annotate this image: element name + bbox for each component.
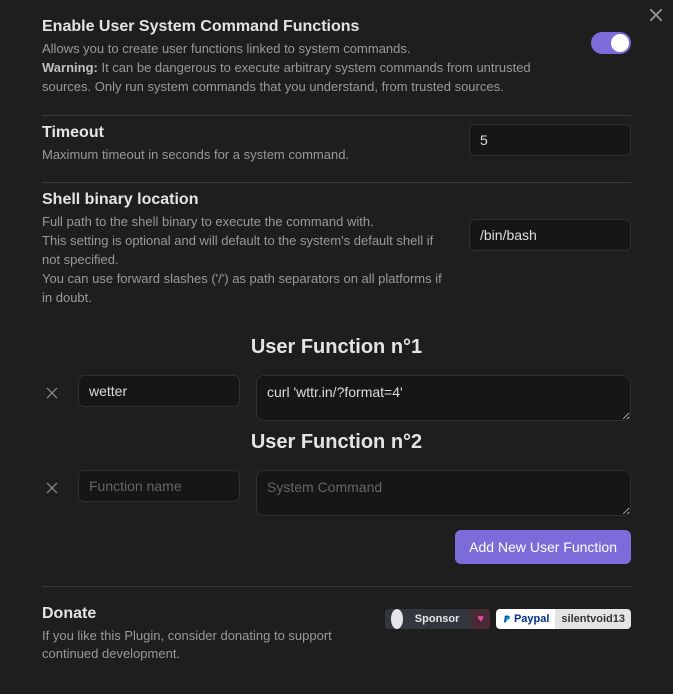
function-name-input[interactable] xyxy=(78,470,240,502)
paypal-badge[interactable]: Paypal silentvoid13 xyxy=(496,609,631,629)
function-command-input[interactable] xyxy=(256,470,631,516)
setting-description: Allows you to create user functions link… xyxy=(42,40,571,97)
user-function-row xyxy=(42,470,631,516)
donate-description: If you like this Plugin, consider donati… xyxy=(42,627,365,665)
setting-enable-user-system-cmd: Enable User System Command Functions All… xyxy=(42,18,631,115)
shell-binary-input[interactable] xyxy=(469,219,631,251)
paypal-icon xyxy=(502,613,512,625)
donate-title: Donate xyxy=(42,605,365,623)
close-icon[interactable] xyxy=(647,6,665,24)
setting-description: Maximum timeout in seconds for a system … xyxy=(42,146,449,165)
user-function-row xyxy=(42,375,631,421)
setting-title: Timeout xyxy=(42,124,449,142)
setting-description: Full path to the shell binary to execute… xyxy=(42,213,449,307)
timeout-input[interactable] xyxy=(469,124,631,156)
enable-toggle[interactable] xyxy=(591,32,631,54)
setting-shell-binary: Shell binary location Full path to the s… xyxy=(42,182,631,325)
heart-icon: ♥ xyxy=(471,609,490,629)
github-sponsor-badge[interactable]: Sponsor ♥ xyxy=(385,609,490,629)
function-command-input[interactable] xyxy=(256,375,631,421)
user-function-heading-2: User Function n°2 xyxy=(42,431,631,454)
function-name-input[interactable] xyxy=(78,375,240,407)
setting-title: Shell binary location xyxy=(42,191,449,209)
add-user-function-button[interactable]: Add New User Function xyxy=(455,530,631,564)
donate-section: Donate If you like this Plugin, consider… xyxy=(42,587,631,665)
remove-function-button[interactable] xyxy=(42,375,62,411)
setting-timeout: Timeout Maximum timeout in seconds for a… xyxy=(42,115,631,183)
github-icon xyxy=(391,609,403,629)
user-function-heading-1: User Function n°1 xyxy=(42,336,631,359)
remove-function-button[interactable] xyxy=(42,470,62,506)
setting-title: Enable User System Command Functions xyxy=(42,18,571,36)
